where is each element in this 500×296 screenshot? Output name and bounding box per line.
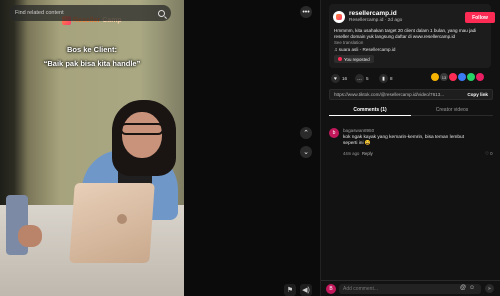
comment-count: 5: [366, 76, 369, 81]
video-link-row: https://www.tiktok.com/@resellercamp.id/…: [329, 89, 493, 100]
music-link[interactable]: ♫ suara asli - Resellercamp.id: [334, 47, 395, 52]
commenter-username[interactable]: bagaswan8950: [343, 128, 374, 133]
caption-line-2: “Baik pak bisa kita handle”: [43, 59, 141, 68]
search-placeholder: Find related content: [15, 10, 64, 16]
glasses: [120, 123, 164, 135]
reposted-label: You reposted: [344, 56, 370, 62]
reposted-badge[interactable]: You reposted: [334, 55, 374, 63]
emoji-icon[interactable]: ☺: [469, 285, 475, 291]
repost-icon: [338, 57, 342, 61]
previous-video-button[interactable]: ⌃: [300, 127, 312, 139]
comment-like-count: 0: [490, 151, 493, 156]
caption-line-1: Bos ke Client:: [66, 45, 117, 54]
more-options-button[interactable]: •••: [300, 6, 312, 18]
video-panel[interactable]: Reseller Camp Bos ke Client: “Baik pak b…: [0, 0, 320, 296]
commenter-avatar[interactable]: b: [329, 128, 339, 138]
mention-icon[interactable]: @: [460, 285, 466, 291]
related-search-bar[interactable]: Find related content: [9, 5, 171, 21]
see-translation-link[interactable]: See translation: [334, 40, 363, 45]
hand: [18, 225, 42, 247]
tab-creator-videos[interactable]: Creator videos: [411, 105, 493, 116]
laptop: [69, 183, 155, 263]
whatsapp-share-icon[interactable]: [467, 73, 475, 81]
video-backdrop: [184, 0, 320, 296]
comment-like-button[interactable]: ♡ 0: [485, 151, 493, 157]
laptop-logo: [117, 214, 127, 224]
emoji-share-icon[interactable]: [431, 73, 439, 81]
heart-icon[interactable]: ♥: [331, 74, 340, 83]
save-count: 8: [390, 76, 393, 81]
like-count: 16: [342, 76, 348, 81]
comment-action[interactable]: … 5: [355, 74, 369, 83]
follow-button[interactable]: Follow: [465, 12, 495, 23]
report-icon[interactable]: ⚑: [284, 284, 296, 296]
bookmark-icon[interactable]: ▮: [379, 74, 388, 83]
video-link-url[interactable]: https://www.tiktok.com/@resellercamp.id/…: [334, 92, 452, 97]
next-video-button[interactable]: ⌄: [300, 146, 312, 158]
send-icon[interactable]: ➤: [485, 284, 494, 293]
video-frame[interactable]: Reseller Camp Bos ke Client: “Baik pak b…: [0, 0, 184, 296]
author-meta: Resellercamp.id · 2d ago: [349, 18, 403, 23]
author-avatar[interactable]: [333, 11, 345, 23]
author-username[interactable]: resellercamp.id: [349, 10, 397, 17]
facebook-share-icon[interactable]: [458, 73, 466, 81]
volume-icon[interactable]: ◀): [300, 284, 312, 296]
person-face: [122, 112, 162, 158]
like-action[interactable]: ♥ 16: [331, 74, 347, 83]
save-action[interactable]: ▮ 8: [379, 74, 393, 83]
comment-text: kok ngak kayak yang kemarin-kemrin, bisa…: [343, 135, 465, 146]
share-count: 13: [440, 73, 448, 81]
comment-bar: B @ ☺ ➤: [321, 280, 500, 296]
comment-time: 44m ago: [343, 151, 360, 156]
comment-icon[interactable]: …: [355, 74, 364, 83]
tab-comments[interactable]: Comments (1): [329, 105, 411, 116]
post-description: Hmmmm, kita usahakan target 20 client da…: [334, 28, 477, 39]
copy-link-button[interactable]: Copy link: [467, 92, 488, 97]
details-panel: resellercamp.id Resellercamp.id · 2d ago…: [320, 0, 500, 296]
send-share-icon[interactable]: [449, 73, 457, 81]
current-user-avatar: B: [326, 284, 336, 294]
search-icon[interactable]: [158, 9, 165, 17]
more-share-icon[interactable]: [476, 73, 484, 81]
comment-reply-button[interactable]: Reply: [362, 151, 373, 156]
